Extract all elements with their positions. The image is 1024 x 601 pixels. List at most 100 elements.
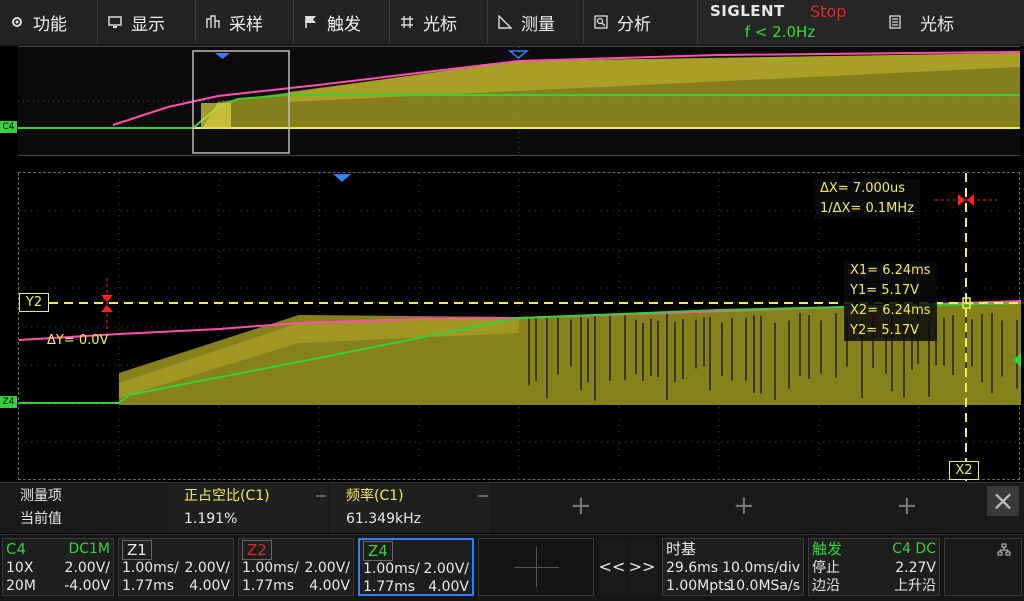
channel-c4-box[interactable]: C4 DC1M 10X 2.00V/ 20M -4.00V [2,538,114,596]
hierarchy-icon [997,543,1011,561]
zoom-time-scale: 1.00ms/ [363,561,420,577]
menu-measure[interactable]: 测量 [488,0,584,44]
zoom-volt-scale: 2.00V/ [423,561,469,577]
menu-utility[interactable]: 功能 [0,0,98,44]
zoom-volt-scale: 2.00V/ [184,560,230,576]
menu-utility-label: 功能 [33,14,67,35]
zoom-z2-box[interactable]: Z2 1.00ms/ 2.00V/ 1.77ms 4.00V [238,538,354,596]
magnifier-icon [594,15,608,29]
page-next-button[interactable]: >> [628,538,656,596]
measurement-item-duty[interactable]: 正占空比(C1) 1.191% [168,483,328,533]
menu-measure-label: 测量 [521,14,555,35]
cursor-y2-tag[interactable]: Y2 [19,293,49,312]
monitor-icon [108,15,122,29]
menu-analysis-label: 分析 [617,14,651,35]
measurement-name: 频率(C1) [346,488,404,504]
collapse-icon [316,495,326,497]
menu-trigger-label: 触发 [327,14,361,35]
zoom-delay: 1.77ms [122,578,175,594]
zoom-offset: 4.00V [189,578,230,594]
add-measurement-icon[interactable]: + [896,491,918,521]
cursor-menu-label: 光标 [920,14,954,35]
trigger-type: 边沿 [812,578,840,594]
trigger-source: C4 DC [892,541,936,557]
timebase-scale: 10.0ms/div [722,560,800,576]
add-measurement-icon[interactable]: + [733,491,755,521]
delta-x-readout: ΔX= 7.000us 1/ΔX= 0.1MHz [814,179,920,219]
zoom-delay: 1.77ms [363,579,416,595]
zoom-delay: 1.77ms [242,578,295,594]
sampling-icon [206,15,220,29]
brand-logo: SIGLENT [710,2,785,20]
gear-icon [10,15,24,29]
zoom-name: Z2 [242,540,272,560]
menu-cursors-label: 光标 [423,14,457,35]
list-icon [888,15,902,29]
zoom-time-scale: 1.00ms/ [242,560,299,576]
inverse-delta-x-value: 1/ΔX= 0.1MHz [820,201,914,216]
delta-x-value: ΔX= 7.000us [820,181,906,196]
zoom-name: Z4 [363,541,393,561]
timebase-box[interactable]: 时基 29.6ms 10.0ms/div 1.00Mpts 10.0MSa/s [662,538,804,596]
measurement-bar: 测量项 当前值 正占空比(C1) 1.191% 频率(C1) 61.349kHz… [0,482,1024,533]
zoom-z1-box[interactable]: Z1 1.00ms/ 2.00V/ 1.77ms 4.00V [118,538,234,596]
system-menu-button[interactable] [944,538,1022,596]
collapse-icon [478,495,488,497]
zoom-z4-box[interactable]: Z4 1.00ms/ 2.00V/ 1.77ms 4.00V [358,538,474,596]
page-prev-button[interactable]: << [598,538,626,596]
run-state[interactable]: Stop [810,2,846,21]
zoom-name: Z1 [122,540,152,560]
measurement-value: 1.191% [184,511,238,527]
overview-channel-marker: C4 [0,121,17,133]
measurement-labels: 测量项 当前值 [20,483,160,533]
sample-rate: 10.0MSa/s [727,578,800,594]
channel-scale: 2.00V/ [64,560,110,576]
measurement-current-label: 当前值 [20,511,62,527]
y2-value: Y2= 5.17V [850,323,920,338]
cursor-menu-button[interactable]: 光标 [862,0,1024,44]
flag-icon [304,15,318,29]
trigger-slope: 上升沿 [894,578,936,594]
main-channel-marker: Z4 [0,396,17,408]
timebase-delay: 29.6ms [666,560,719,576]
trigger-box[interactable]: 触发 C4 DC 停止 2.27V 边沿 上升沿 [808,538,940,596]
zoom-volt-scale: 2.00V/ [304,560,350,576]
zoom-offset: 4.00V [309,578,350,594]
y1-value: Y1= 5.17V [850,283,920,298]
cursor-x2-tag[interactable]: X2 [949,461,979,480]
measurement-item-freq[interactable]: 频率(C1) 61.349kHz [330,483,490,533]
measurement-name: 正占空比(C1) [184,488,270,504]
brand-status-panel: SIGLENT Stop f < 2.0Hz [698,0,863,44]
close-icon[interactable]: × [987,486,1019,516]
cursor-values-readout: X1= 6.24ms Y1= 5.17V X2= 6.24ms Y2= 5.17… [844,261,937,341]
zoom-time-scale: 1.00ms/ [122,560,179,576]
measurement-value: 61.349kHz [346,511,421,527]
channel-offset: -4.00V [64,578,110,594]
overview-waveform[interactable] [18,46,1020,156]
delta-y-readout: ΔY= 0.0V [47,333,109,348]
x1-value: X1= 6.24ms [850,263,931,278]
menu-acquire-label: 采样 [229,14,263,35]
trigger-state: 停止 [812,560,840,576]
timebase-title: 时基 [666,540,697,558]
memory-depth: 1.00Mpts [666,578,731,594]
trigger-level: 2.27V [895,560,936,576]
ruler-icon [498,15,512,29]
main-waveform[interactable]: ΔY= 0.0V ΔX= 7.000us 1/ΔX= 0.1MHz X1= 6.… [18,172,1021,481]
menu-trigger[interactable]: 触发 [294,0,390,44]
zoom-offset: 4.00V [428,579,469,595]
measurement-header-label: 测量项 [20,488,62,504]
overview-grid [18,47,1020,155]
x2-value: X2= 6.24ms [850,303,931,318]
menu-cursors[interactable]: 光标 [390,0,488,44]
add-measurement-icon[interactable]: + [570,491,592,521]
trigger-title: 触发 [812,540,843,558]
channel-coupling: DC1M [68,541,110,557]
channel-name: C4 [6,540,27,558]
menu-display[interactable]: 显示 [98,0,196,44]
menu-analysis[interactable]: 分析 [584,0,698,44]
menu-display-label: 显示 [131,14,165,35]
channel-probe: 10X [6,560,34,576]
add-channel-slot[interactable] [478,538,594,596]
menu-acquire[interactable]: 采样 [196,0,294,44]
